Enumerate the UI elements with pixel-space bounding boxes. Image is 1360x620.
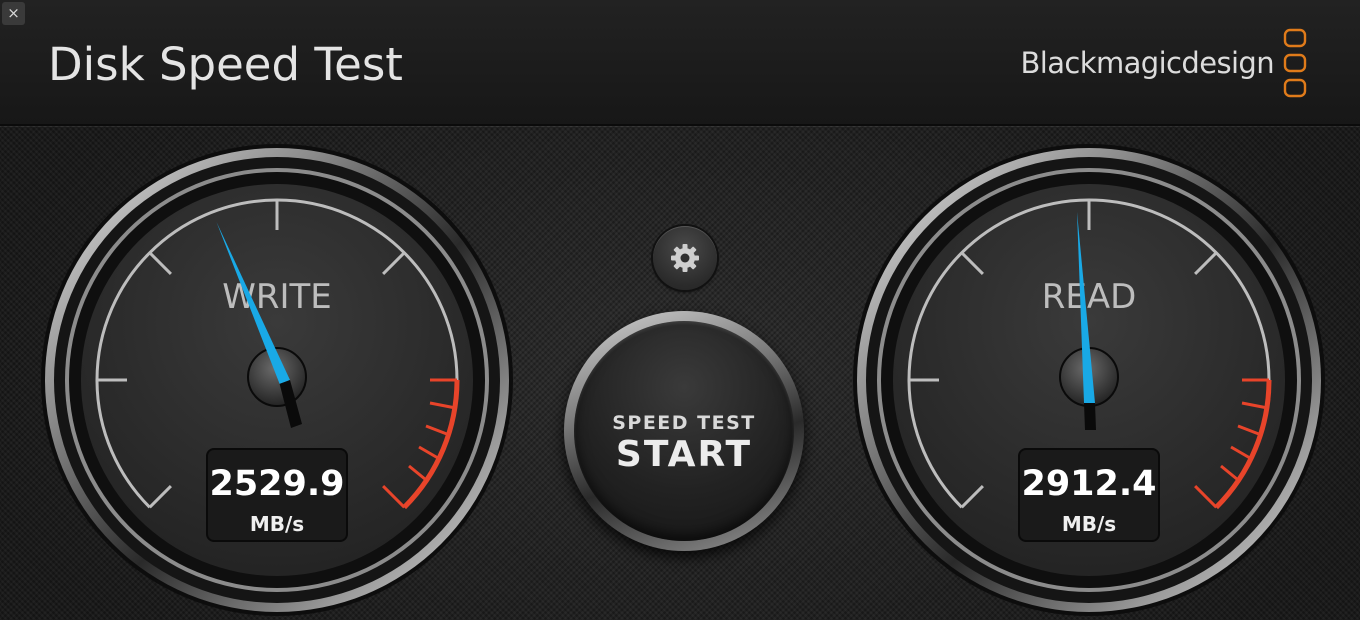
start-button-caption: SPEED TEST <box>612 412 756 434</box>
start-button[interactable]: SPEED TEST START <box>574 321 794 541</box>
read-gauge: READ 2912.4 MB/s <box>853 144 1325 616</box>
write-gauge: WRITE 2529.9 MB/s <box>41 144 513 616</box>
settings-button[interactable] <box>653 226 717 290</box>
read-value: 2912.4 <box>1021 464 1156 504</box>
write-value: 2529.9 <box>209 464 344 504</box>
write-label: WRITE <box>222 277 332 317</box>
read-unit: MB/s <box>1062 512 1116 536</box>
start-button-bezel: SPEED TEST START <box>564 311 804 551</box>
start-button-label: START <box>615 434 753 475</box>
write-unit: MB/s <box>250 512 304 536</box>
read-label: READ <box>1042 277 1137 317</box>
gear-icon <box>671 244 699 272</box>
